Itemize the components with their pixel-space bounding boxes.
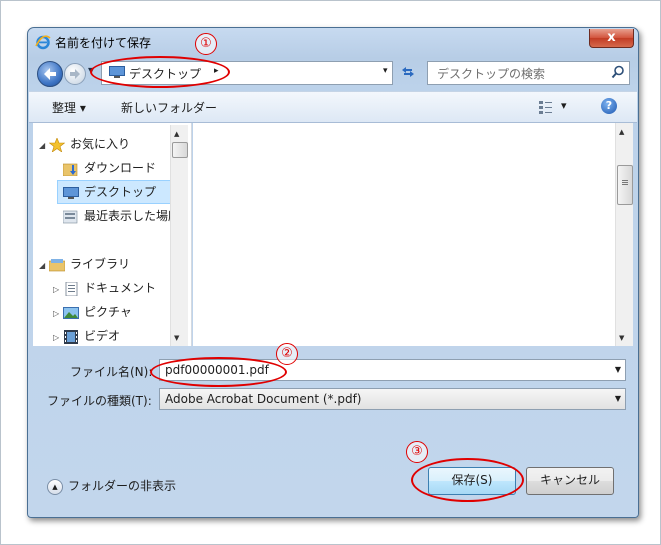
annotation-marker-3: ③ bbox=[406, 441, 428, 463]
hide-folders-label: フォルダーの非表示 bbox=[68, 479, 177, 493]
filetype-label: ファイルの種類(T): bbox=[47, 394, 152, 408]
pictures-icon bbox=[62, 305, 79, 319]
view-dropdown-icon[interactable]: ▾ bbox=[561, 99, 567, 112]
scroll-up-arrow-icon[interactable]: ▲ bbox=[619, 128, 624, 136]
view-icon bbox=[539, 101, 552, 114]
window-title: 名前を付けて保存 bbox=[55, 36, 152, 50]
file-list-scrollbar-thumb[interactable] bbox=[617, 165, 633, 205]
scroll-up-arrow-icon[interactable]: ▲ bbox=[174, 130, 179, 138]
cancel-button[interactable]: キャンセル bbox=[526, 467, 614, 495]
collapse-icon: ▲ bbox=[47, 478, 63, 495]
filetype-dropdown-icon[interactable]: ▼ bbox=[615, 394, 621, 403]
filename-label: ファイル名(N): bbox=[70, 365, 153, 379]
close-button[interactable]: x bbox=[589, 29, 634, 48]
sidebar-item-label: お気に入り bbox=[69, 137, 130, 151]
filename-dropdown-icon[interactable]: ▼ bbox=[615, 365, 621, 374]
annotation-marker-2: ② bbox=[276, 343, 298, 365]
sidebar-item-label: デスクトップ bbox=[84, 185, 157, 199]
annotation-ellipse-filename bbox=[150, 357, 287, 387]
organize-menu[interactable]: 整理 ▾ bbox=[52, 99, 86, 116]
new-folder-button[interactable]: 新しいフォルダー bbox=[121, 99, 217, 116]
filetype-select[interactable]: Adobe Acrobat Document (*.pdf) ▼ bbox=[159, 388, 626, 410]
sidebar-item-documents[interactable]: ▷ ドキュメント bbox=[53, 277, 156, 299]
sidebar-item-label: ダウンロード bbox=[84, 161, 157, 175]
view-options-button[interactable]: ▾ bbox=[539, 97, 571, 117]
download-folder-icon bbox=[62, 161, 79, 176]
library-icon bbox=[48, 257, 66, 271]
save-as-dialog: 名前を付けて保存 x ▼ デスクトップ ▸ ▾ デスクトップの検索 整理 ▾ 新… bbox=[27, 27, 639, 518]
search-input[interactable]: デスクトップの検索 bbox=[427, 61, 630, 85]
sidebar-item-libraries[interactable]: ◢ ライブラリ bbox=[39, 253, 130, 275]
expander-icon[interactable]: ▷ bbox=[53, 285, 59, 294]
help-button[interactable]: ? bbox=[601, 98, 617, 114]
videos-icon bbox=[63, 329, 79, 344]
search-placeholder: デスクトップの検索 bbox=[437, 67, 546, 81]
annotation-marker-1: ① bbox=[195, 33, 217, 55]
back-arrow-icon bbox=[44, 68, 56, 80]
expander-icon[interactable]: ▷ bbox=[53, 333, 59, 342]
expander-icon[interactable]: ▷ bbox=[53, 309, 59, 318]
toolbar: 整理 ▾ 新しいフォルダー ▾ ? bbox=[29, 91, 637, 123]
file-list-pane[interactable] bbox=[193, 123, 633, 346]
search-icon[interactable] bbox=[611, 65, 625, 79]
sidebar-item-favorites[interactable]: ◢ お気に入り bbox=[39, 133, 130, 155]
sidebar-item-label: ライブラリ bbox=[69, 257, 130, 271]
star-icon bbox=[48, 136, 66, 153]
recent-places-icon bbox=[62, 209, 79, 223]
annotation-ellipse-save bbox=[411, 458, 524, 502]
file-list-scrollbar[interactable]: ▲ ▼ bbox=[615, 123, 633, 346]
desktop-icon bbox=[63, 185, 79, 199]
sidebar-item-desktop[interactable]: デスクトップ bbox=[57, 180, 178, 204]
title-bar: 名前を付けて保存 x bbox=[28, 28, 638, 56]
sidebar-item-pictures[interactable]: ▷ ピクチャ bbox=[53, 301, 132, 323]
forward-button[interactable] bbox=[64, 63, 86, 85]
back-button[interactable] bbox=[37, 61, 63, 87]
address-dropdown-icon[interactable]: ▾ bbox=[383, 66, 388, 76]
navigation-scrollbar-thumb[interactable] bbox=[172, 142, 188, 158]
hide-folders-toggle[interactable]: ▲ フォルダーの非表示 bbox=[47, 477, 176, 495]
expander-icon[interactable]: ◢ bbox=[39, 141, 45, 150]
refresh-button[interactable] bbox=[397, 61, 419, 83]
sidebar-item-label: ドキュメント bbox=[83, 281, 156, 295]
refresh-icon bbox=[402, 67, 414, 77]
sidebar-item-label: 最近表示した場所 bbox=[84, 209, 181, 223]
sidebar-item-downloads[interactable]: ダウンロード bbox=[62, 157, 157, 179]
sidebar-item-recent-places[interactable]: 最近表示した場所 bbox=[62, 205, 181, 227]
internet-explorer-icon bbox=[35, 35, 51, 50]
expander-icon[interactable]: ◢ bbox=[39, 261, 45, 270]
navigation-pane: ◢ お気に入り ダウンロード デスクトップ 最近表示した場所 ◢ ライブラリ ▷… bbox=[33, 123, 192, 346]
sidebar-item-label: ピクチャ bbox=[83, 305, 132, 319]
navigation-scrollbar[interactable]: ▲ ▼ bbox=[170, 125, 188, 346]
sidebar-item-label: ビデオ bbox=[83, 329, 120, 343]
annotation-ellipse-address bbox=[90, 56, 230, 88]
filetype-value[interactable]: Adobe Acrobat Document (*.pdf) bbox=[165, 392, 362, 406]
documents-icon bbox=[63, 281, 79, 296]
forward-arrow-icon bbox=[70, 69, 80, 79]
scroll-down-arrow-icon[interactable]: ▼ bbox=[619, 334, 624, 342]
scroll-down-arrow-icon[interactable]: ▼ bbox=[174, 334, 179, 342]
sidebar-item-videos[interactable]: ▷ ビデオ bbox=[53, 325, 120, 346]
